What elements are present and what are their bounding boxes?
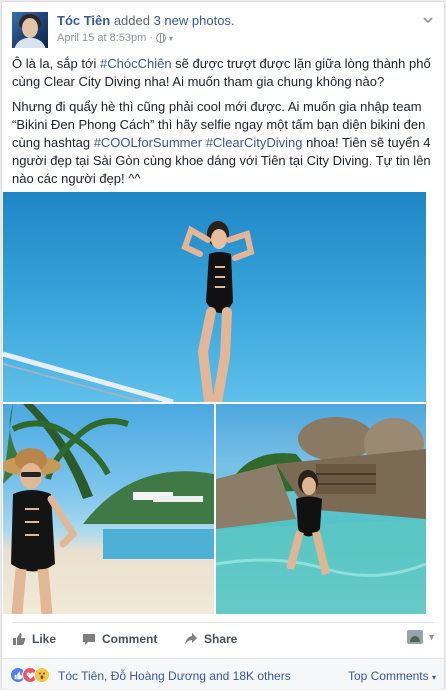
hashtag-chocchien[interactable]: #ChócChiên bbox=[100, 56, 172, 71]
action-text: added bbox=[110, 13, 154, 28]
meta-separator: · bbox=[149, 32, 153, 44]
comment-button[interactable]: Comment bbox=[82, 632, 157, 646]
photo-2-illustration bbox=[3, 404, 214, 614]
page-thumbnail-icon bbox=[407, 630, 424, 644]
post-photo-1[interactable] bbox=[3, 192, 426, 402]
comment-icon bbox=[82, 632, 96, 646]
top-comments-label: Top Comments bbox=[347, 669, 429, 683]
post-photo-2[interactable] bbox=[3, 404, 214, 614]
share-label: Share bbox=[204, 632, 238, 646]
post-header: Tóc Tiên added 3 new photos. bbox=[57, 13, 235, 28]
globe-icon[interactable] bbox=[155, 33, 166, 43]
post-actions: Like Comment Share ▼ bbox=[12, 630, 436, 650]
author-avatar[interactable] bbox=[12, 12, 48, 48]
reactions-summary[interactable]: Tóc Tiên, Đỗ Hoàng Dương and 18K others bbox=[58, 669, 291, 683]
privacy-caret-icon[interactable]: ▾ bbox=[169, 34, 173, 43]
photo-1-illustration bbox=[3, 221, 255, 402]
top-comments-dropdown[interactable]: Top Comments ▾ bbox=[348, 669, 436, 683]
post-text-paragraph-2: Nhưng đi quẩy hè thì cũng phải cool mới … bbox=[12, 98, 436, 188]
like-button[interactable]: Like bbox=[12, 632, 56, 646]
hashtag-coolforsummer[interactable]: #COOLforSummer bbox=[94, 135, 202, 150]
avatar-shoulders bbox=[14, 38, 46, 48]
wow-reaction-icon bbox=[34, 667, 50, 683]
post-card: Tóc Tiên added 3 new photos. April 15 at… bbox=[1, 1, 445, 689]
reactions-bar: Tóc Tiên, Đỗ Hoàng Dương and 18K others … bbox=[2, 658, 444, 689]
chevron-down-icon[interactable] bbox=[422, 14, 434, 26]
reaction-icons[interactable] bbox=[10, 667, 50, 683]
author-name[interactable]: Tóc Tiên bbox=[57, 13, 110, 28]
share-button[interactable]: Share bbox=[184, 632, 237, 646]
thumbs-up-icon bbox=[12, 632, 26, 646]
hashtag-clearcitydiving[interactable]: #ClearCityDiving bbox=[206, 135, 303, 150]
text-run: Ô là la, sắp tới bbox=[12, 56, 101, 71]
share-as-selector[interactable]: ▼ bbox=[407, 630, 436, 644]
avatar-face bbox=[22, 18, 38, 38]
post-timestamp[interactable]: April 15 at 8:53pm bbox=[57, 32, 146, 44]
photo-3-illustration bbox=[216, 417, 426, 614]
chevron-down-icon: ▾ bbox=[431, 673, 436, 682]
photos-link[interactable]: 3 new photos bbox=[154, 13, 231, 28]
actions-divider bbox=[12, 622, 434, 623]
chevron-down-icon: ▼ bbox=[427, 632, 436, 642]
comment-label: Comment bbox=[102, 632, 158, 646]
share-arrow-icon bbox=[184, 632, 198, 646]
post-photo-3[interactable] bbox=[216, 404, 426, 614]
post-text-paragraph-1: Ô là la, sắp tới #ChócChiên sẽ được trượ… bbox=[12, 55, 436, 91]
post-meta: April 15 at 8:53pm · ▾ bbox=[57, 32, 173, 44]
like-label: Like bbox=[32, 632, 57, 646]
header-period: . bbox=[230, 13, 235, 28]
